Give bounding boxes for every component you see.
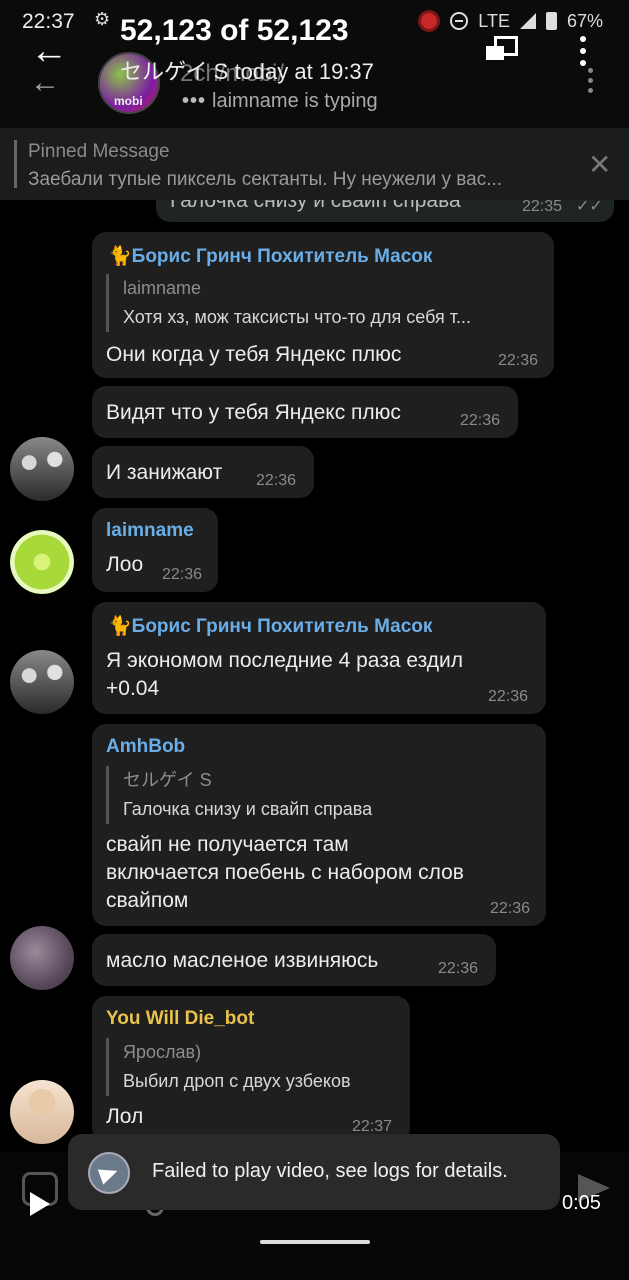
telegram-logo-icon [88, 1152, 130, 1194]
message-time: 22:36 [460, 412, 501, 429]
video-duration: 0:05 [562, 1192, 601, 1214]
screen-record-icon [418, 10, 441, 32]
message-text: масло масленое извиняюсь [106, 949, 379, 972]
status-bar: 22:37 ⚙ LTE 67% [0, 0, 629, 44]
avatar[interactable] [10, 926, 74, 990]
avatar[interactable] [10, 650, 74, 714]
message-text: Я экономом последние 4 раза ездил [106, 649, 463, 672]
read-check-icon: ✓✓ [576, 200, 603, 215]
message-text: Они когда у тебя Яндекс плюс [106, 343, 402, 366]
battery-level: 67% [566, 10, 603, 31]
message-text: свайпом [106, 889, 189, 912]
message-time: 22:36 [438, 960, 479, 977]
message-bubble[interactable]: You Will Die_bot Ярослав) Выбил дроп с д… [92, 996, 410, 1142]
message-time: 22:36 [162, 566, 203, 583]
message-bubble[interactable]: AmhBob セルゲイ S Галочка снизу и свайп спра… [92, 724, 546, 926]
message-time: 22:35 [522, 200, 563, 215]
reply-quote[interactable]: セルゲイ S Галочка снизу и свайп справа [106, 766, 372, 824]
chat-more-menu-icon[interactable] [588, 68, 596, 98]
message-time: 22:36 [488, 688, 529, 705]
chat-avatar-label: mobi [114, 94, 143, 108]
status-icons: LTE 67% [418, 10, 603, 32]
message-text: Галочка снизу и свайп справа [170, 200, 461, 212]
pinned-text: Заебали тупые пиксель сектанты. Ну неуже… [28, 169, 503, 190]
reply-quote[interactable]: Ярослав) Выбил дроп с двух узбеков [106, 1038, 351, 1096]
reply-sender: laimname [123, 278, 202, 298]
reply-text: Хотя хз, мож таксисты что-то для себя т.… [123, 307, 472, 327]
reply-sender: セルゲイ S [123, 770, 212, 790]
message-sender: You Will Die_bot [106, 1008, 255, 1029]
message-bubble[interactable]: 🐈Борис Гринч Похититель Масок Я экономом… [92, 602, 546, 714]
message-time: 22:36 [490, 900, 531, 917]
message-text: Лол [106, 1105, 144, 1128]
typing-indicator: ••• laimname is typing [182, 90, 378, 113]
toast-message: Failed to play video, see logs for detai… [152, 1160, 508, 1182]
pinned-message-bar[interactable]: Pinned Message Заебали тупые пиксель сек… [0, 128, 629, 200]
message-text: +0.04 [106, 677, 160, 700]
message-sender: 🐈Борис Гринч Похититель Масок [108, 616, 433, 637]
status-time: 22:37 [22, 10, 75, 33]
typing-text: laimname is typing [212, 90, 378, 112]
battery-icon [545, 12, 557, 30]
reply-text: Галочка снизу и свайп справа [123, 799, 373, 819]
reply-text: Выбил дроп с двух узбеков [123, 1071, 351, 1091]
typing-dots-icon: ••• [182, 90, 207, 112]
message-text: И занижают [106, 461, 223, 484]
avatar[interactable] [10, 530, 74, 594]
pinned-accent [14, 140, 17, 188]
message-bubble[interactable]: laimname Лоо 22:36 [92, 508, 218, 592]
message-sender: 🐈Борис Гринч Похититель Масок [108, 246, 433, 267]
message-bubble[interactable]: И занижают 22:36 [92, 446, 314, 498]
pinned-title: Pinned Message [28, 141, 170, 162]
message-text: Видят что у тебя Яндекс плюс [106, 401, 401, 424]
settings-gear-icon: ⚙ [94, 9, 111, 29]
message-text: свайп не получается там [106, 833, 349, 856]
close-icon[interactable]: ✕ [588, 148, 611, 181]
signal-icon [519, 13, 536, 29]
avatar[interactable] [10, 1080, 74, 1144]
message-bubble[interactable]: Видят что у тебя Яндекс плюс 22:36 [92, 386, 518, 438]
network-label: LTE [478, 10, 510, 31]
message-text: Лоо [106, 553, 144, 576]
home-indicator[interactable] [260, 1240, 370, 1244]
message-bubble[interactable]: Галочка снизу и свайп справа 22:35 ✓✓ [156, 200, 614, 222]
message-sender: AmhBob [106, 736, 186, 757]
message-text: включается поебень с набором слов [106, 861, 464, 884]
reply-sender: Ярослав) [123, 1042, 202, 1062]
message-sender: laimname [106, 520, 194, 541]
message-bubble[interactable]: масло масленое извиняюсь 22:36 [92, 934, 496, 986]
media-author-date: セルゲイ S today at 19:37 [120, 59, 374, 84]
message-time: 22:36 [256, 472, 297, 489]
chat-back-arrow-icon[interactable]: ← [30, 66, 60, 100]
avatar[interactable] [10, 437, 74, 501]
reply-quote[interactable]: laimname Хотя хз, мож таксисты что-то дл… [106, 274, 471, 332]
do-not-disturb-icon [450, 12, 469, 30]
message-time: 22:36 [498, 352, 539, 369]
play-icon[interactable] [30, 1192, 50, 1216]
error-toast: Failed to play video, see logs for detai… [68, 1134, 560, 1210]
message-bubble[interactable]: 🐈Борис Гринч Похититель Масок laimname Х… [92, 232, 554, 378]
